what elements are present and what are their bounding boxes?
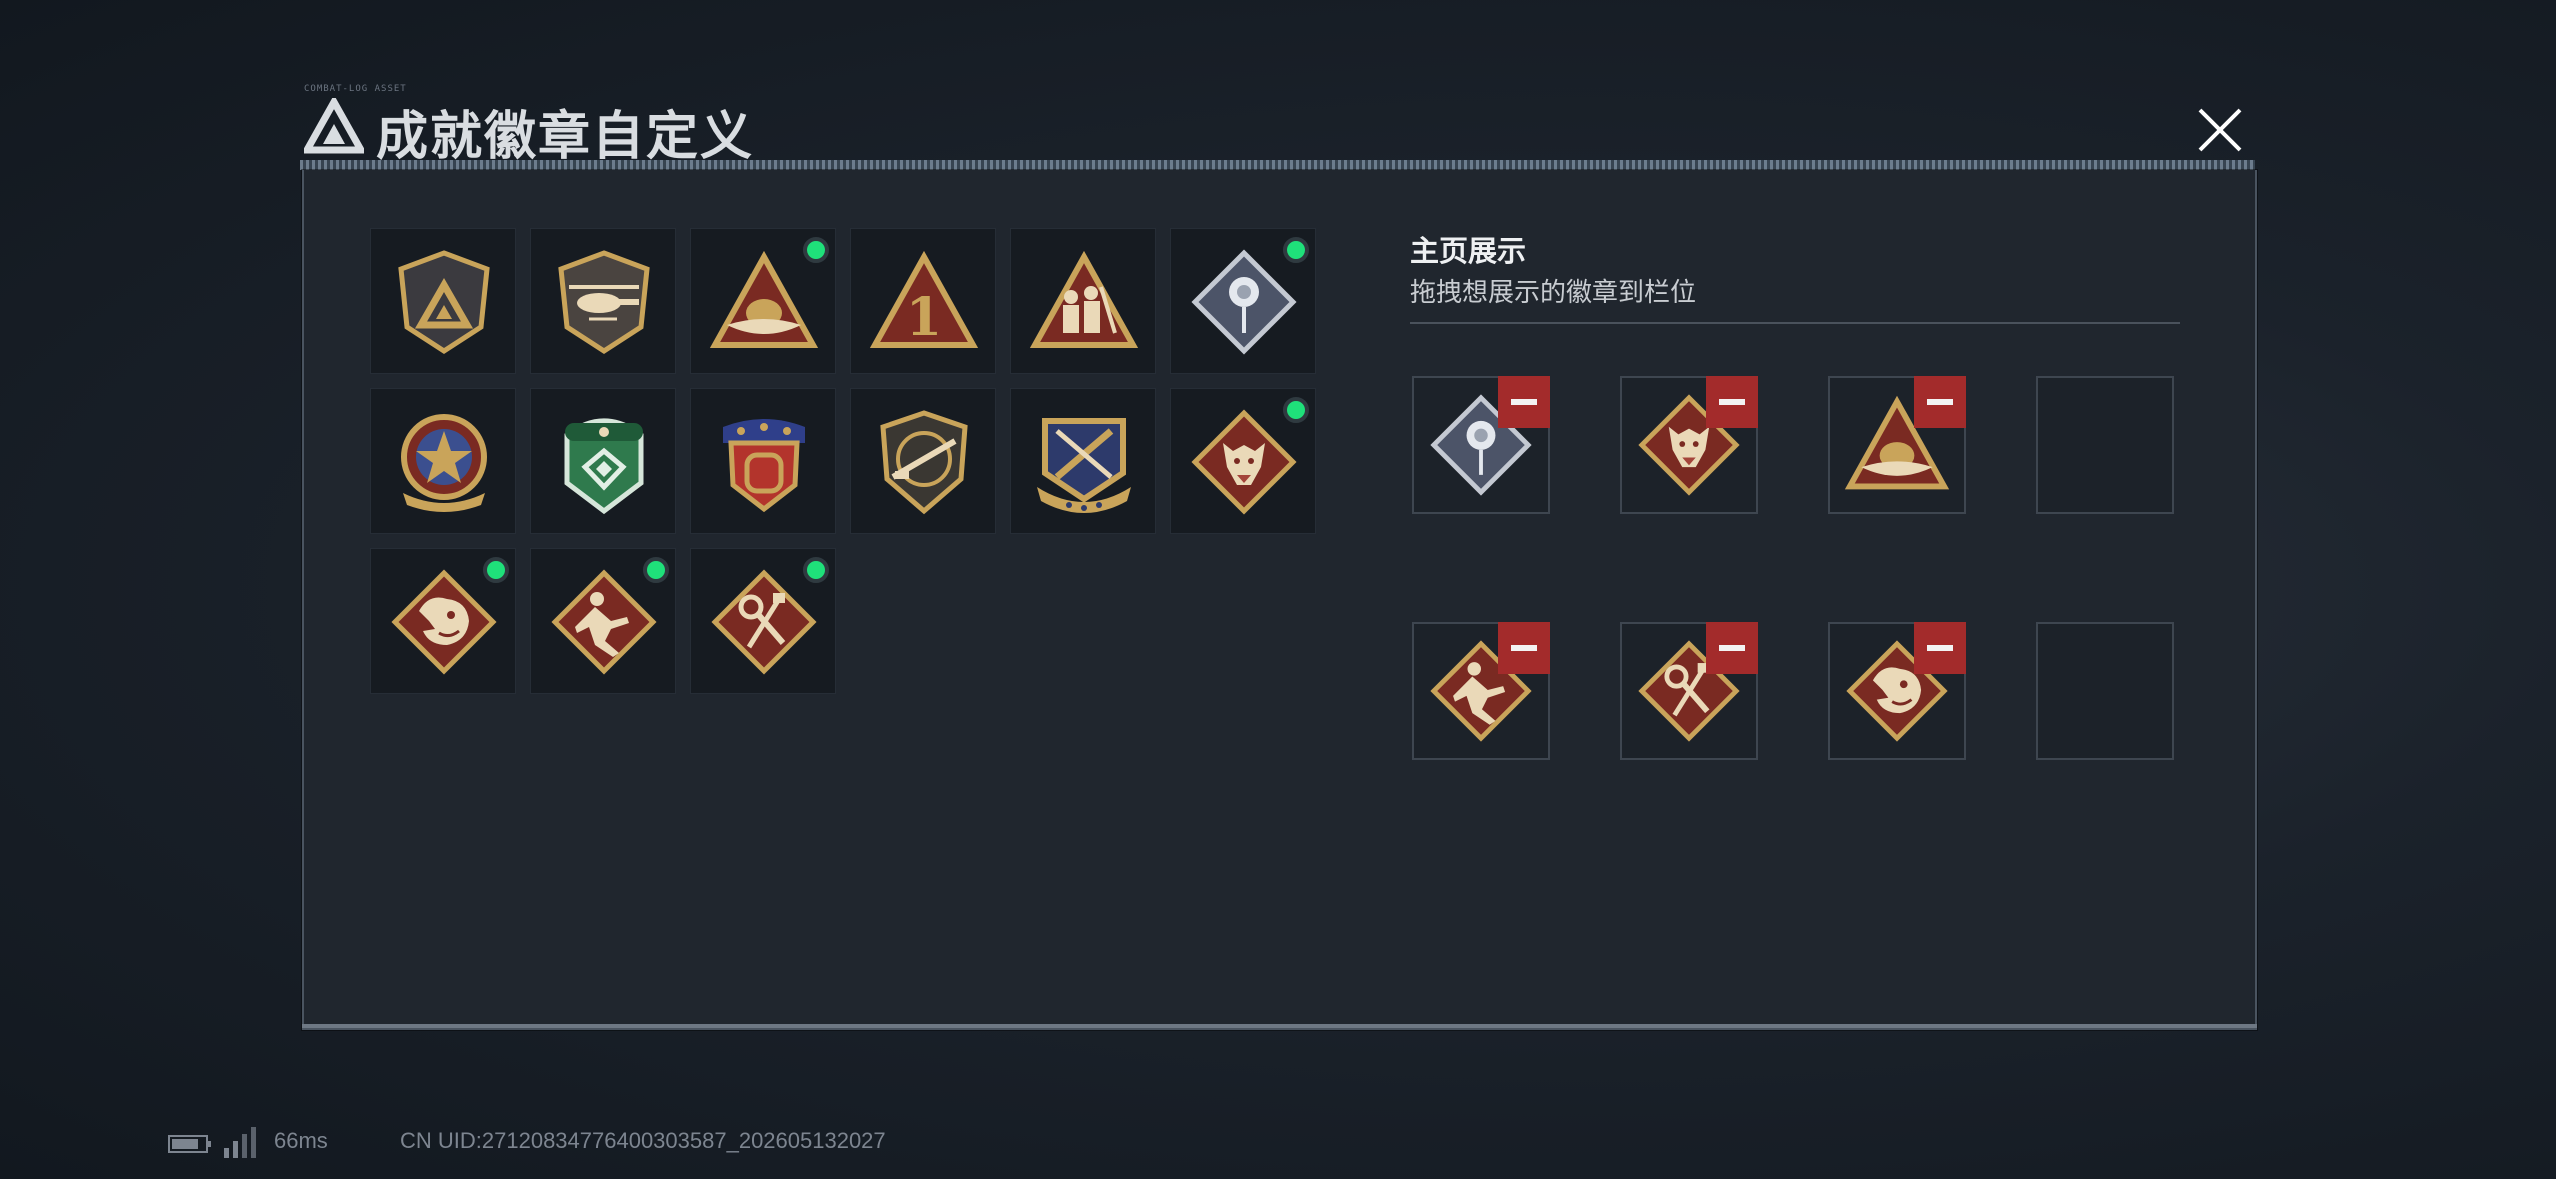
showcase-title: 主页展示 <box>1410 236 1527 268</box>
showcase-slot[interactable] <box>1828 622 1966 760</box>
selected-indicator-dot <box>1283 397 1309 423</box>
showcase-divider <box>1410 322 2180 324</box>
triangle-number-one-badge-icon: 1 <box>869 250 979 348</box>
showcase-slot-empty[interactable] <box>2036 622 2174 760</box>
selected-indicator-dot <box>803 557 829 583</box>
badge-cell[interactable] <box>690 548 836 694</box>
header-tiny-text: COMBAT-LOG ASSET <box>304 84 407 94</box>
showcase-slot[interactable] <box>1828 376 1966 514</box>
diamond-dragon-badge-icon <box>391 569 497 675</box>
badge-cell[interactable] <box>690 228 836 374</box>
panel-bottom-edge <box>302 1024 2257 1028</box>
dialog-header: COMBAT-LOG ASSET 成就徽章自定义 <box>300 84 2255 170</box>
badge-cell[interactable] <box>1010 228 1156 374</box>
diamond-wolf-badge-icon <box>1191 409 1297 515</box>
showcase-slot[interactable] <box>1412 376 1550 514</box>
shield-triangle-badge-icon <box>398 250 490 354</box>
badge-cell[interactable] <box>690 388 836 534</box>
selected-indicator-dot <box>803 237 829 263</box>
diamond-rose-badge-icon <box>1191 249 1297 355</box>
selected-indicator-dot <box>1283 237 1309 263</box>
diamond-tools-badge-icon <box>711 569 817 675</box>
triangle-soldiers-badge-icon <box>1029 250 1139 348</box>
green-beret-badge-icon <box>564 418 644 515</box>
badge-cell[interactable] <box>850 388 996 534</box>
badge-cell[interactable] <box>370 548 516 694</box>
badge-cell[interactable]: 1 <box>850 228 996 374</box>
remove-badge-button[interactable] <box>1914 622 1966 674</box>
badge-cell[interactable] <box>1170 228 1316 374</box>
showcase-slot[interactable] <box>1412 622 1550 760</box>
remove-badge-button[interactable] <box>1706 622 1758 674</box>
player-uid: CN UID:27120834776400303587_202605132027 <box>400 1128 886 1153</box>
badge-cell[interactable] <box>530 388 676 534</box>
showcase-subtitle: 拖拽想展示的徽章到栏位 <box>1410 277 1697 307</box>
selected-indicator-dot <box>643 557 669 583</box>
badge-cell[interactable] <box>370 228 516 374</box>
showcase-slot[interactable] <box>1620 376 1758 514</box>
badge-customize-panel: 1 主页展示 拖拽想展示的徽章到栏位 <box>302 170 2257 1030</box>
header-divider-stripe <box>300 160 2255 170</box>
close-icon[interactable] <box>2190 100 2250 160</box>
badge-cell[interactable] <box>530 548 676 694</box>
remove-badge-button[interactable] <box>1498 622 1550 674</box>
badge-cell[interactable] <box>530 228 676 374</box>
badge-cell[interactable] <box>1010 388 1156 534</box>
red-stars-shield-badge-icon <box>723 419 805 513</box>
badge-cell[interactable] <box>1170 388 1316 534</box>
remove-badge-button[interactable] <box>1498 376 1550 428</box>
dialog-title: 成就徽章自定义 <box>376 108 755 166</box>
remove-badge-button[interactable] <box>1706 376 1758 428</box>
rifle-shield-badge-icon <box>880 410 968 515</box>
signal-icon <box>224 1127 256 1158</box>
triangle-wing-badge-icon <box>709 250 819 348</box>
helicopter-badge-icon <box>558 250 650 354</box>
ping-readout: 66ms <box>274 1128 328 1153</box>
selected-indicator-dot <box>483 557 509 583</box>
remove-badge-button[interactable] <box>1914 376 1966 428</box>
badge-cell[interactable] <box>370 388 516 534</box>
showcase-slot[interactable] <box>1620 622 1758 760</box>
navy-crossed-rifles-badge-icon <box>1037 418 1131 513</box>
delta-logo-icon <box>304 98 364 154</box>
star-medal-badge-icon <box>401 414 487 512</box>
diamond-runner-badge-icon <box>551 569 657 675</box>
showcase-slot-empty[interactable] <box>2036 376 2174 514</box>
svg-text:1: 1 <box>906 287 942 348</box>
battery-icon <box>168 1135 211 1153</box>
